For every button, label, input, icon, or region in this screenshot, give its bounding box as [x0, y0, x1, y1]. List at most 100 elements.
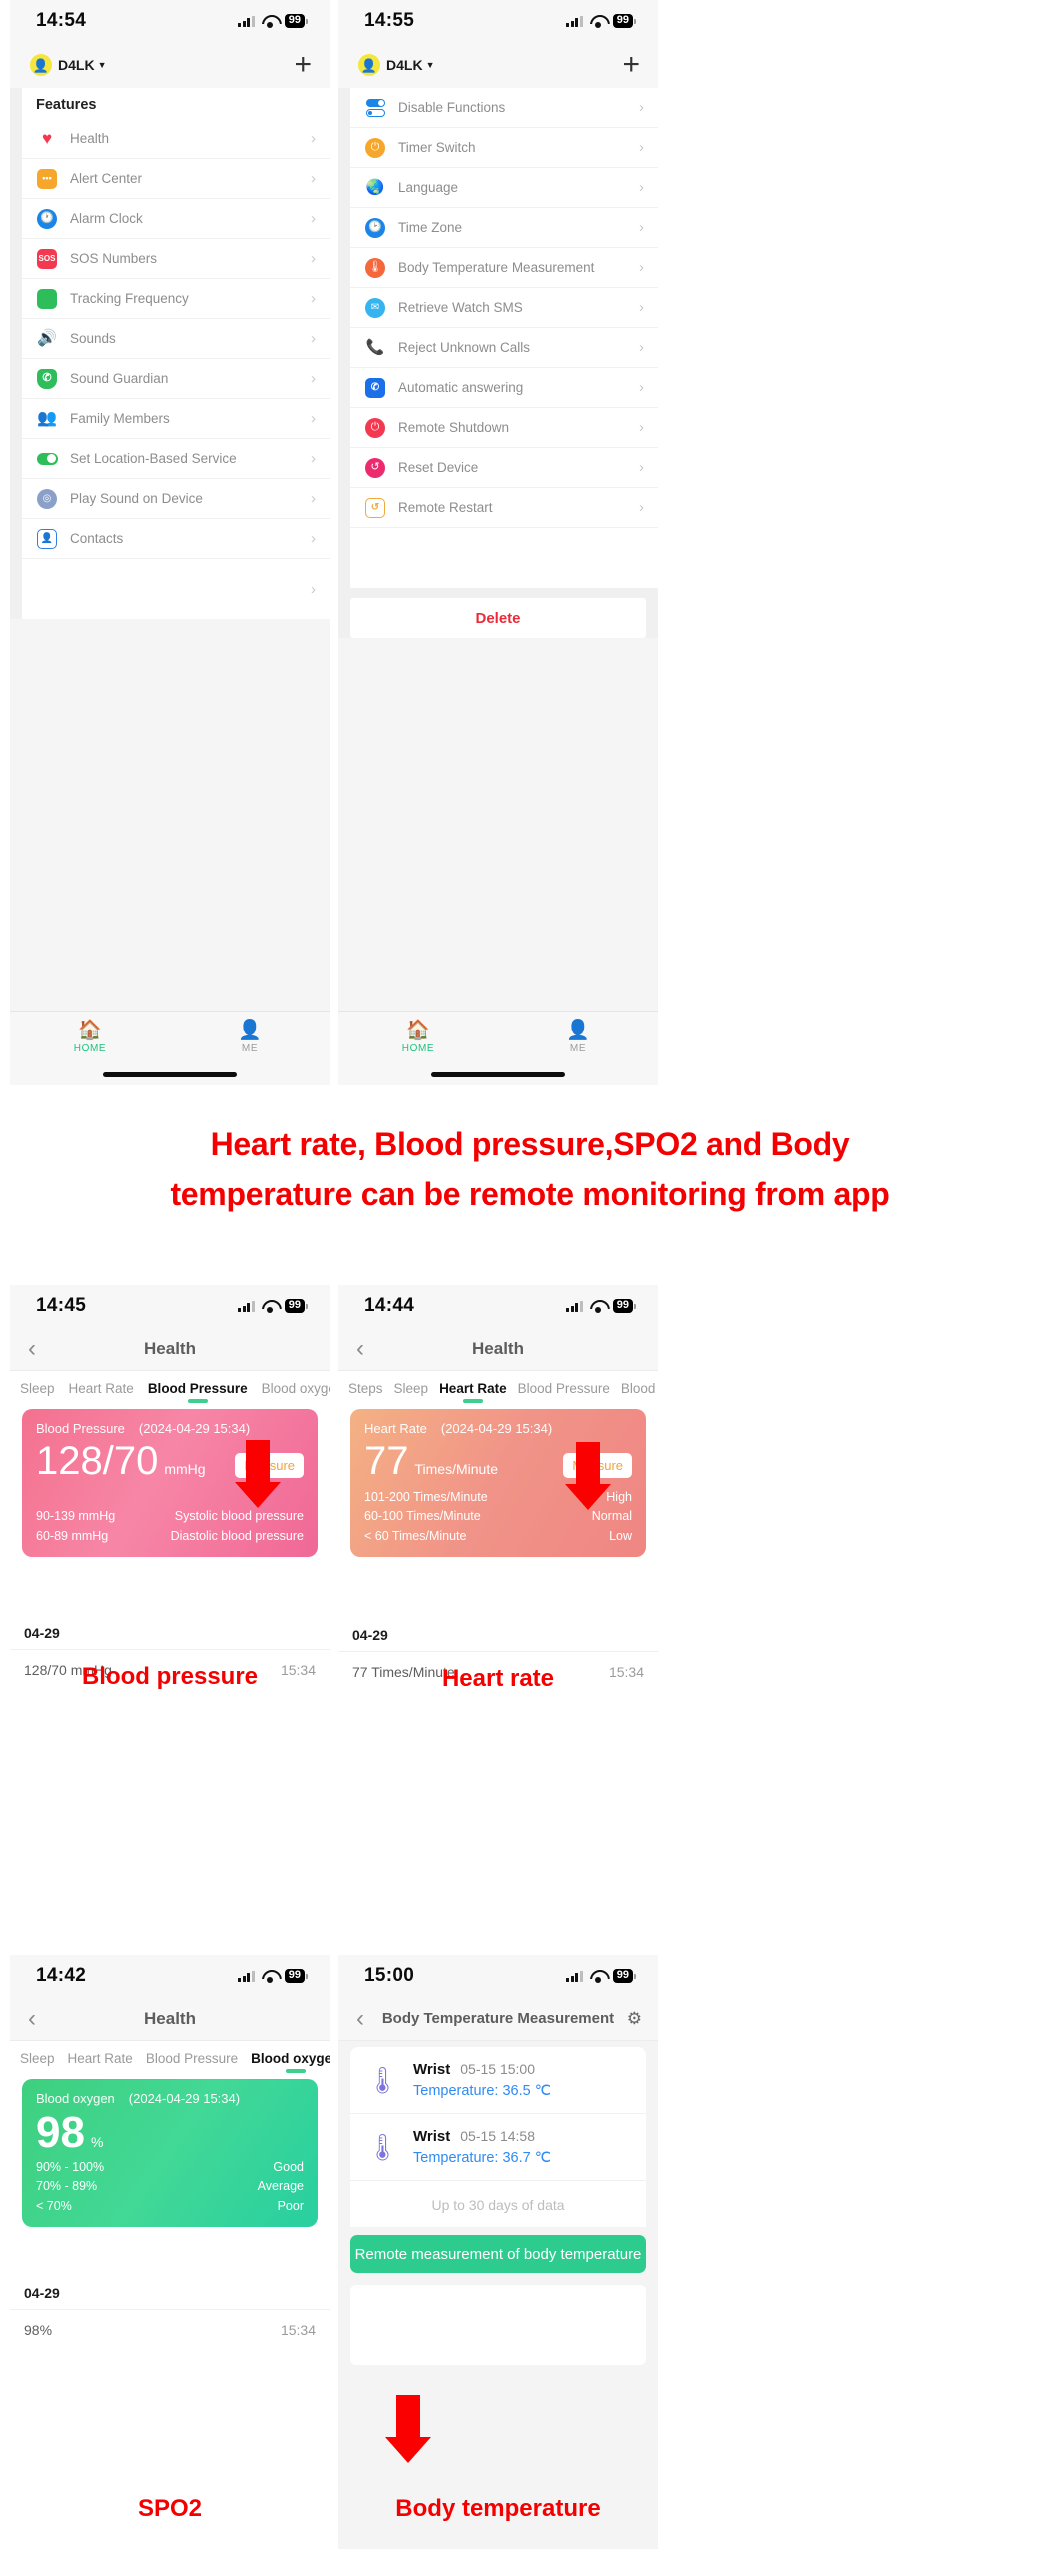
chevron-down-icon[interactable]: ▼ — [426, 60, 435, 70]
add-device-button[interactable]: + — [294, 50, 312, 80]
feature-row-sos-numbers[interactable]: SOS SOS Numbers › — [22, 239, 330, 279]
status-icons: 99 — [566, 1299, 636, 1313]
tab-blood-pressure[interactable]: Blood Pressure — [518, 1381, 610, 1403]
tab-me[interactable]: 👤 ME — [170, 1021, 330, 1055]
battery-badge: 99 — [612, 1969, 633, 1983]
feature-row-alert-center[interactable]: ••• Alert Center › — [22, 159, 330, 199]
back-button[interactable]: ‹ — [356, 1336, 364, 1361]
range-legend: 90% - 100% Good 70% - 89% Average < 70% … — [36, 2158, 304, 2216]
feature-row-contacts[interactable]: 👤 Contacts › — [22, 519, 330, 559]
card-timestamp: (2024-04-29 15:34) — [440, 1421, 553, 1436]
feature-row-play-sound[interactable]: ◎ Play Sound on Device › — [22, 479, 330, 519]
health-tab-strip: Sleep Heart Rate Blood Pressure Blood ox… — [10, 2041, 330, 2073]
gear-icon[interactable]: ⚙ — [627, 2009, 642, 2029]
home-icon: 🏠 — [78, 1020, 102, 1041]
tab-heart-rate[interactable]: Heart Rate — [69, 1381, 134, 1403]
phone-screen-heart-rate: 14:44 99 ‹ Health Steps Sleep Heart Rate… — [338, 1285, 658, 1895]
chevron-down-icon[interactable]: ▼ — [98, 60, 107, 70]
feature-row-alarm-clock[interactable]: 🕐 Alarm Clock › — [22, 199, 330, 239]
chevron-right-icon: › — [311, 450, 316, 467]
annotation-caption: Blood pressure — [81, 1663, 259, 1690]
range-row: 70% - 89% Average — [36, 2177, 304, 2196]
tab-blood-oxygen[interactable]: Blood oxygen — [251, 2051, 330, 2073]
tab-heart-rate[interactable]: Heart Rate — [68, 2051, 133, 2073]
tab-sleep[interactable]: Sleep — [20, 1381, 55, 1403]
tab-heart-rate[interactable]: Heart Rate — [439, 1381, 507, 1403]
history-row[interactable]: 98% 15:34 — [10, 2309, 330, 2350]
setting-row-timer-switch[interactable]: ⏻ Timer Switch › — [350, 128, 658, 168]
setting-row-reject-calls[interactable]: 📞 Reject Unknown Calls › — [350, 328, 658, 368]
arrow-head — [385, 2437, 431, 2463]
reset-icon: ↺ — [364, 457, 386, 479]
setting-row-body-temperature[interactable]: 🌡 Body Temperature Measurement › — [350, 248, 658, 288]
back-button[interactable]: ‹ — [356, 2006, 364, 2031]
back-button[interactable]: ‹ — [28, 2006, 36, 2031]
tab-blood-oxygen[interactable]: Blood o — [621, 1381, 658, 1403]
setting-label: Timer Switch — [398, 140, 476, 155]
chevron-right-icon: › — [311, 330, 316, 347]
feature-row-extra[interactable]: › — [22, 559, 330, 619]
tab-home[interactable]: 🏠 HOME — [10, 1020, 170, 1055]
battery-badge: 99 — [612, 14, 633, 28]
status-icons: 99 — [238, 1299, 308, 1313]
record-text: Wrist 05-15 15:00 Temperature: 36.5 ℃ — [413, 2061, 551, 2099]
feature-row-family-members[interactable]: 👥 Family Members › — [22, 399, 330, 439]
setting-row-language[interactable]: 🌏 Language › — [350, 168, 658, 208]
record-temperature: Temperature: 36.5 ℃ — [413, 2083, 552, 2099]
feature-row-location-service[interactable]: Set Location-Based Service › — [22, 439, 330, 479]
tab-sleep[interactable]: Sleep — [20, 2051, 55, 2073]
setting-row-auto-answer[interactable]: ✆ Automatic answering › — [350, 368, 658, 408]
features-list-wrapper: Features ♥ Health › ••• Alert Center › 🕐… — [10, 88, 330, 619]
account-name: D4LK — [386, 57, 423, 73]
setting-row-reset-device[interactable]: ↺ Reset Device › — [350, 448, 658, 488]
add-device-button[interactable]: + — [622, 50, 640, 80]
arrow-head — [235, 1482, 281, 1508]
range-level: Normal — [591, 1509, 632, 1524]
tab-blood-pressure[interactable]: Blood Pressure — [148, 1381, 248, 1403]
tab-steps[interactable]: Steps — [348, 1381, 383, 1403]
cellular-signal-icon — [566, 1970, 583, 1982]
record-temperature: Temperature: 36.7 ℃ — [413, 2150, 552, 2166]
tab-sleep[interactable]: Sleep — [394, 1381, 429, 1403]
chevron-right-icon: › — [311, 250, 316, 267]
history-section: 04-29 98% 15:34 — [10, 2271, 330, 2350]
health-tab-strip: Sleep Heart Rate Blood Pressure Blood ox… — [10, 1371, 330, 1403]
empty-panel — [350, 2285, 646, 2365]
arrow-stem — [576, 1442, 600, 1484]
app-header: 👤 D4LK ▼ + — [338, 42, 658, 88]
wifi-icon — [262, 1300, 278, 1313]
phone-screen-blood-pressure: 14:45 99 ‹ Health Sleep Heart Rate Blood… — [10, 1285, 330, 1895]
tab-blood-oxygen[interactable]: Blood oxygen — [262, 1381, 330, 1403]
feature-row-sound-guardian[interactable]: ✆ Sound Guardian › — [22, 359, 330, 399]
history-date: 04-29 — [24, 1625, 60, 1641]
feature-row-health[interactable]: ♥ Health › — [22, 119, 330, 159]
settings-list: Disable Functions › ⏻ Timer Switch › 🌏 L… — [350, 88, 658, 588]
setting-row-retrieve-sms[interactable]: ✉ Retrieve Watch SMS › — [350, 288, 658, 328]
feature-label: Health — [70, 131, 110, 146]
range-level: Good — [273, 2159, 304, 2174]
account-selector[interactable]: 👤 D4LK ▼ — [358, 54, 434, 76]
annotation-caption: Body temperature — [395, 2495, 601, 2522]
tab-home[interactable]: 🏠 HOME — [338, 1021, 498, 1055]
feature-row-sounds[interactable]: 🔊 Sounds › — [22, 319, 330, 359]
person-icon: 👤 — [566, 1020, 590, 1041]
setting-row-disable-functions[interactable]: Disable Functions › — [350, 88, 658, 128]
feature-label: Family Members — [70, 411, 170, 426]
temperature-record-row[interactable]: 🌡 Wrist 05-15 14:58 Temperature: 36.7 ℃ — [350, 2114, 646, 2181]
feature-row-tracking-frequency[interactable]: Tracking Frequency › — [22, 279, 330, 319]
account-selector[interactable]: 👤 D4LK ▼ — [30, 54, 106, 76]
setting-row-remote-shutdown[interactable]: ⏻ Remote Shutdown › — [350, 408, 658, 448]
tab-blood-pressure[interactable]: Blood Pressure — [146, 2051, 238, 2073]
range-row: 90% - 100% Good — [36, 2158, 304, 2177]
feature-label: Sounds — [70, 331, 116, 346]
status-icons: 99 — [238, 14, 308, 28]
setting-row-time-zone[interactable]: 🕑 Time Zone › — [350, 208, 658, 248]
back-button[interactable]: ‹ — [28, 1336, 36, 1361]
layers-icon — [36, 288, 58, 310]
setting-label: Body Temperature Measurement — [398, 260, 595, 275]
setting-row-remote-restart[interactable]: ↺ Remote Restart › — [350, 488, 658, 528]
remote-measure-button[interactable]: Remote measurement of body temperature — [350, 2235, 646, 2273]
tab-me[interactable]: 👤 ME — [498, 1020, 658, 1055]
temperature-record-row[interactable]: 🌡 Wrist 05-15 15:00 Temperature: 36.5 ℃ — [350, 2047, 646, 2114]
delete-button[interactable]: Delete — [350, 598, 646, 638]
